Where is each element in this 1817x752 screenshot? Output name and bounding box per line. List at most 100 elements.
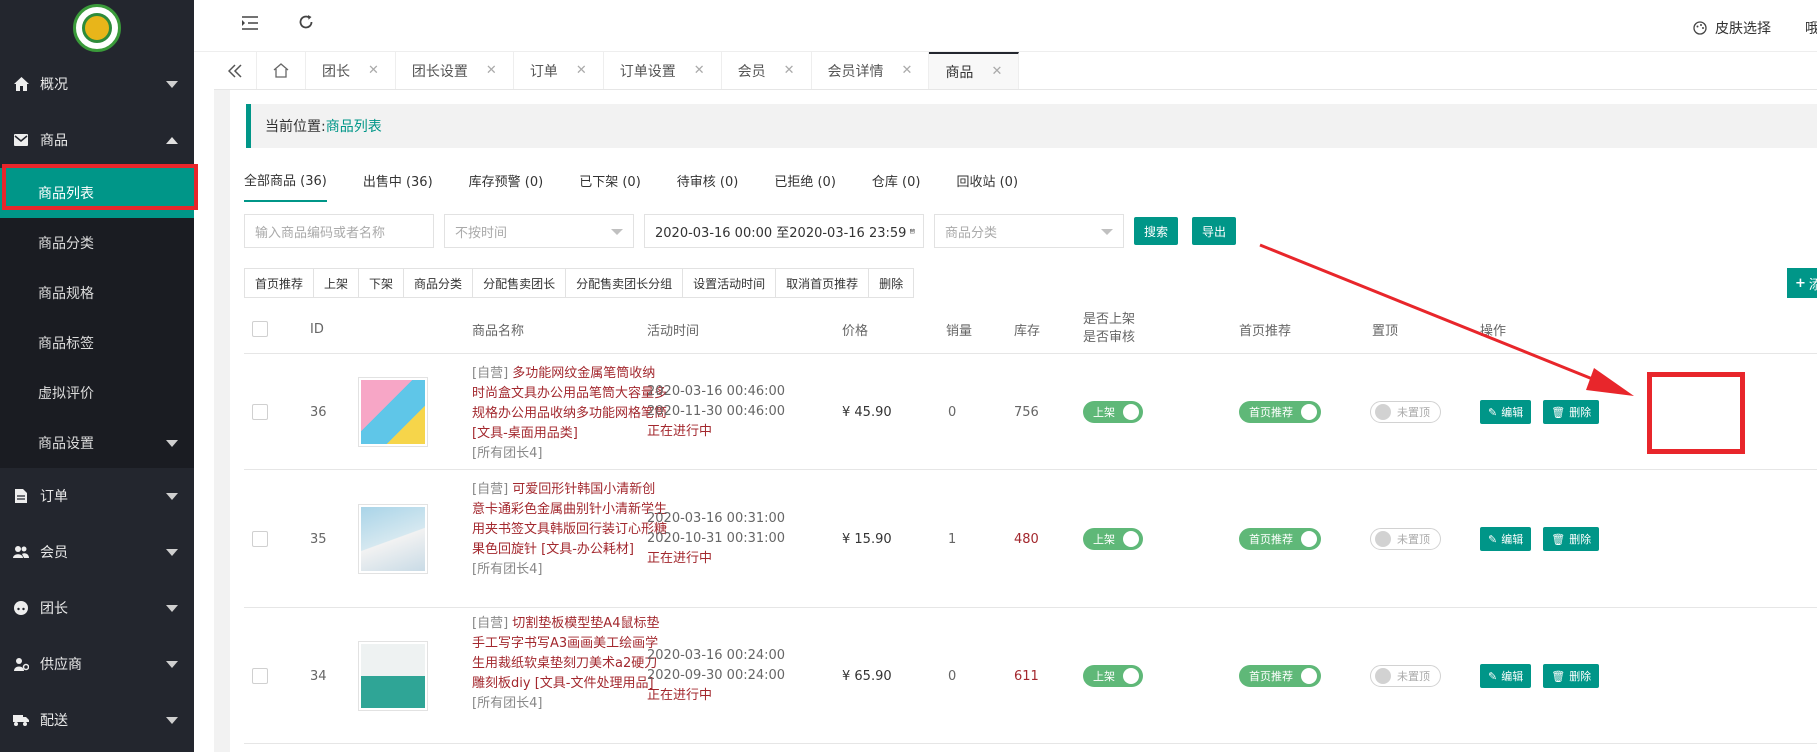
bulk-category-button[interactable]: 商品分类 xyxy=(404,269,474,297)
search-button[interactable]: 搜索 xyxy=(1134,217,1179,245)
product-name-cell: [自营] 切割垫板模型垫A4鼠标垫手工写字书写A3画画美工绘画学生用裁纸软桌垫刻… xyxy=(472,614,668,714)
skin-selector[interactable]: 皮肤选择 xyxy=(1692,18,1771,38)
submenu-item-virtual-review[interactable]: 虚拟评价 xyxy=(0,368,194,418)
tab-label: 团长设置 xyxy=(411,63,468,80)
status-tab-pending[interactable]: 待审核 (0) xyxy=(677,158,739,202)
status-tab-all[interactable]: 全部商品 (36) xyxy=(244,158,327,202)
category-select[interactable]: 商品分类 xyxy=(934,214,1124,248)
refresh-icon[interactable] xyxy=(298,14,314,35)
tab-member[interactable]: 会员 ✕ xyxy=(722,52,812,89)
bulk-cancel-recommend-button[interactable]: 取消首页推荐 xyxy=(776,269,870,297)
sidebar-item-goods[interactable]: 商品 xyxy=(0,112,194,168)
close-icon[interactable]: ✕ xyxy=(576,63,587,78)
top-toggle[interactable]: 未置顶 xyxy=(1370,665,1441,687)
bulk-set-time-button[interactable]: 设置活动时间 xyxy=(683,269,777,297)
sidebar-item-overview[interactable]: 概况 xyxy=(0,56,194,112)
tab-order-settings[interactable]: 订单设置 ✕ xyxy=(604,52,722,89)
keyword-placeholder: 输入商品编码或者名称 xyxy=(255,225,386,241)
bulk-assign-leader-group-button[interactable]: 分配售卖团长分组 xyxy=(566,269,684,297)
chevron-up-icon xyxy=(166,137,178,144)
tab-order[interactable]: 订单 ✕ xyxy=(514,52,604,89)
tab-leader[interactable]: 团长 ✕ xyxy=(306,52,396,89)
row-id: 34 xyxy=(310,668,327,684)
bulk-assign-leader-button[interactable]: 分配售卖团长 xyxy=(473,269,567,297)
status-tab-on-sale[interactable]: 出售中 (36) xyxy=(363,158,433,202)
sidebar-item-suppliers[interactable]: 供应商 xyxy=(0,636,194,692)
breadcrumb-current[interactable]: 商品列表 xyxy=(326,116,382,136)
tab-label: 团长 xyxy=(322,63,350,80)
top-toggle[interactable]: 未置顶 xyxy=(1370,528,1441,550)
recommend-toggle-cell: 首页推荐 xyxy=(1239,608,1321,744)
header-ops: 操作 xyxy=(1480,323,1507,339)
date-range-input[interactable]: 2020-03-16 00:00 至2020-03-16 23:59 xyxy=(644,214,924,248)
sidebar-item-members[interactable]: 会员 xyxy=(0,524,194,580)
shelf-toggle[interactable]: 上架 xyxy=(1083,401,1143,423)
tab-member-detail[interactable]: 会员详情 ✕ xyxy=(812,52,930,89)
top-toggle[interactable]: 未置顶 xyxy=(1370,401,1441,423)
chevron-down-icon xyxy=(166,717,178,724)
bulk-delete-button[interactable]: 删除 xyxy=(869,269,914,297)
table-header: ID 商品名称 活动时间 价格 销量 库存 是否上架 是否审核 首页推荐 置顶 … xyxy=(244,304,1817,354)
row-checkbox[interactable] xyxy=(252,404,268,420)
bulk-off-shelf-button[interactable]: 下架 xyxy=(359,269,405,297)
close-icon[interactable]: ✕ xyxy=(784,63,795,78)
time-status: 正在进行中 xyxy=(647,551,713,566)
row-checkbox[interactable] xyxy=(252,531,268,547)
delete-button[interactable]: 🗑 删除 xyxy=(1543,527,1600,551)
shelf-toggle[interactable]: 上架 xyxy=(1083,528,1143,550)
header-recommend: 首页推荐 xyxy=(1239,323,1292,339)
product-thumbnail[interactable] xyxy=(358,470,428,608)
product-thumbnail[interactable] xyxy=(358,354,428,470)
menu-collapse-icon[interactable] xyxy=(242,14,258,35)
product-thumbnail[interactable] xyxy=(358,608,428,744)
sidebar-item-label: 供应商 xyxy=(40,657,82,673)
submenu-item-goods-settings[interactable]: 商品设置 xyxy=(0,418,194,468)
row-checkbox[interactable] xyxy=(252,668,268,684)
sidebar-item-orders[interactable]: 订单 xyxy=(0,468,194,524)
edit-button[interactable]: ✎ 编辑 xyxy=(1480,527,1532,551)
close-icon[interactable]: ✕ xyxy=(486,63,497,78)
close-icon[interactable]: ✕ xyxy=(991,64,1002,79)
delete-button[interactable]: 🗑 删除 xyxy=(1543,664,1600,688)
bulk-on-shelf-button[interactable]: 上架 xyxy=(314,269,360,297)
edit-button[interactable]: ✎ 编辑 xyxy=(1480,400,1532,424)
status-tab-off-shelf[interactable]: 已下架 (0) xyxy=(579,158,641,202)
select-all-checkbox[interactable] xyxy=(252,321,268,337)
recommend-toggle-label: 首页推荐 xyxy=(1249,670,1293,683)
product-tag: [自营] xyxy=(472,482,509,497)
submenu-item-goods-tag[interactable]: 商品标签 xyxy=(0,318,194,368)
status-tab-recycle[interactable]: 回收站 (0) xyxy=(956,158,1018,202)
keyword-input[interactable]: 输入商品编码或者名称 xyxy=(244,214,434,248)
sidebar-item-delivery[interactable]: 配送 xyxy=(0,692,194,748)
trash-icon: 🗑 xyxy=(1551,532,1566,546)
close-icon[interactable]: ✕ xyxy=(368,63,379,78)
goods-submenu: 商品列表 商品分类 商品规格 商品标签 虚拟评价 商品设置 xyxy=(0,168,194,468)
product-tag: [自营] xyxy=(472,616,509,631)
shelf-toggle[interactable]: 上架 xyxy=(1083,665,1143,687)
submenu-item-goods-category[interactable]: 商品分类 xyxy=(0,218,194,268)
status-tab-stock-warning[interactable]: 库存预警 (0) xyxy=(469,158,544,202)
recommend-toggle[interactable]: 首页推荐 xyxy=(1239,665,1321,687)
recommend-toggle[interactable]: 首页推荐 xyxy=(1239,401,1321,423)
skin-label: 皮肤选择 xyxy=(1715,21,1771,37)
sidebar-item-leaders[interactable]: 团长 xyxy=(0,580,194,636)
recommend-toggle[interactable]: 首页推荐 xyxy=(1239,528,1321,550)
status-tab-warehouse[interactable]: 仓库 (0) xyxy=(872,158,921,202)
tab-leader-settings[interactable]: 团长设置 ✕ xyxy=(396,52,514,89)
submenu-item-goods-spec[interactable]: 商品规格 xyxy=(0,268,194,318)
bulk-recommend-button[interactable]: 首页推荐 xyxy=(245,269,315,297)
row-id: 35 xyxy=(310,531,327,547)
delete-button[interactable]: 🗑 删除 xyxy=(1543,400,1600,424)
time-select[interactable]: 不按时间 xyxy=(444,214,634,248)
tabs-scroll-left[interactable] xyxy=(214,52,257,89)
close-icon[interactable]: ✕ xyxy=(694,63,705,78)
tab-goods[interactable]: 商品 ✕ xyxy=(929,52,1020,89)
export-button[interactable]: 导出 xyxy=(1192,217,1237,245)
tab-home[interactable] xyxy=(257,52,306,89)
edit-button[interactable]: ✎ 编辑 xyxy=(1480,664,1532,688)
add-goods-button[interactable]: + 添 xyxy=(1787,268,1817,298)
topbar-user-cut[interactable]: 哦 xyxy=(1805,18,1817,38)
status-tab-rejected[interactable]: 已拒绝 (0) xyxy=(774,158,836,202)
close-icon[interactable]: ✕ xyxy=(902,63,913,78)
pencil-icon: ✎ xyxy=(1488,532,1498,546)
